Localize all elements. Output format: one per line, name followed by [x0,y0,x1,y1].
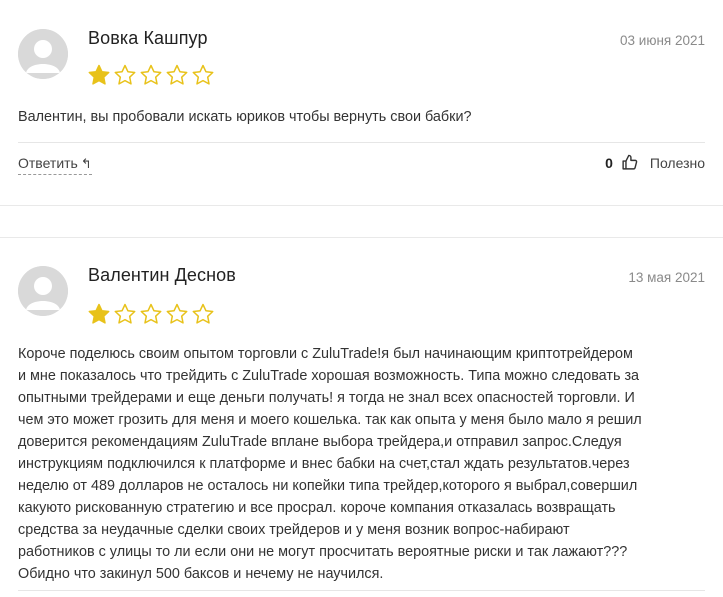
review-text-line: опытными трейдерами и еще деньги получат… [18,390,635,406]
rating-stars [87,63,215,87]
author-name: Вовка Кашпур [88,28,208,48]
review-text-line: работников с улицы то ли если они не мог… [18,544,628,560]
review-date: 13 мая 2021 [628,270,705,285]
section-separator [0,205,723,206]
divider [18,142,705,143]
review-text: Короче поделюсь своим опытом торговли с … [18,343,708,585]
reply-button[interactable]: Ответить ↰ [18,155,92,175]
review-text-line: Короче поделюсь своим опытом торговли с … [18,346,633,362]
user-placeholder-icon [18,29,68,79]
star-empty-icon [191,63,215,87]
divider [18,590,705,591]
review-date: 03 июня 2021 [620,33,705,48]
rating-stars [87,302,215,326]
review-text-line: Обидно что закинул 500 баксов и нечему н… [18,566,384,582]
section-separator [0,237,723,238]
user-placeholder-icon [18,266,68,316]
likes-count: 0 [605,154,613,171]
review-text-line: неделю от 489 долларов не осталось ни ко… [18,478,638,494]
star-empty-icon [139,63,163,87]
star-empty-icon [165,302,189,326]
likes-block: 0 Полезно [605,154,705,171]
review-text-line: инструкциям подключился к платформе и вн… [18,456,630,472]
star-empty-icon [113,63,137,87]
avatar [18,29,68,79]
review-text-line: Валентин, вы пробовали искать юриков что… [18,109,472,125]
review-text-line: чем это может грозить для меня и моего к… [18,412,642,428]
reply-arrow-icon: ↰ [80,156,92,171]
reply-label: Ответить [18,155,78,171]
star-empty-icon [113,302,137,326]
review-text-line: доверится рекомендациям ZuluTrade вплане… [18,434,622,450]
review-text-line: средства за неудачные сделки своих трейд… [18,522,570,538]
useful-button[interactable]: Полезно [650,155,705,171]
review-text-line: и мне показалось что трейдить с ZuluTrad… [18,368,640,384]
star-filled-icon [87,302,111,326]
author-name: Валентин Деснов [88,265,236,285]
star-empty-icon [139,302,163,326]
avatar [18,266,68,316]
review-text: Валентин, вы пробовали искать юриков что… [18,106,708,128]
thumbs-up-icon[interactable] [621,154,638,171]
star-empty-icon [165,63,189,87]
star-empty-icon [191,302,215,326]
star-filled-icon [87,63,111,87]
review-text-line: какуюто рискованную стратегию и все прос… [18,500,616,516]
